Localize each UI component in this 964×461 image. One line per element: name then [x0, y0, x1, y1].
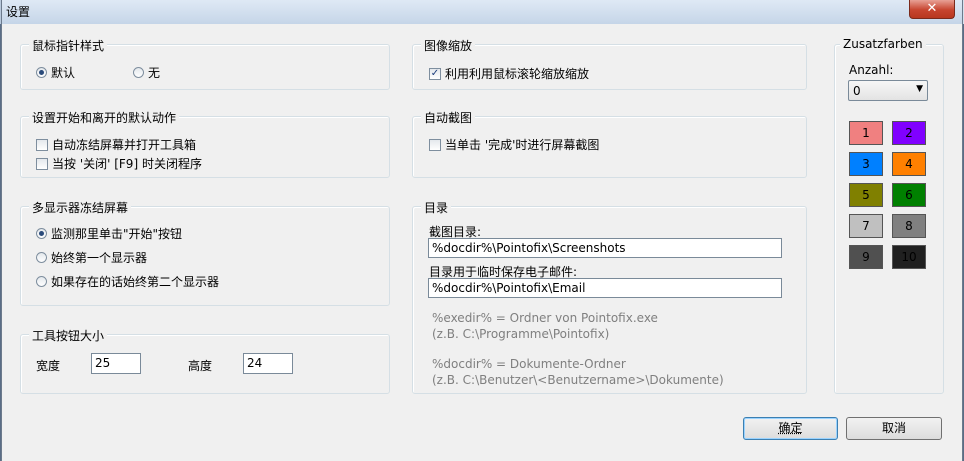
dialog-body: 鼠标指针样式 默认 无 图像缩放 ✓ 利用利用鼠标滚轮缩放缩放 设置开始和离开的… — [2, 24, 962, 461]
screenshots-dir-input[interactable]: %docdir%\Pointofix\Screenshots — [428, 238, 782, 258]
multi-monitor-group: 多显示器冻结屏幕 监测那里单击"开始"按钮 始终第一个显示器 如果存在的话始终第… — [20, 199, 390, 306]
color-swatch-7[interactable]: 7 — [849, 214, 883, 238]
email-dir-input[interactable]: %docdir%\Pointofix\Email — [428, 278, 782, 298]
color-swatch-2[interactable]: 2 — [892, 121, 926, 145]
ok-button-label: 确定 — [778, 421, 803, 435]
color-swatch-3[interactable]: 3 — [849, 152, 883, 176]
radio-icon — [36, 252, 47, 263]
monitor-first-radio[interactable]: 始终第一个显示器 — [36, 249, 147, 266]
docdir-example: (z.B. C:\Benutzer\<Benutzername>\Dokumen… — [432, 373, 724, 387]
window-title: 设置 — [6, 5, 31, 19]
pointer-default-label: 默认 — [51, 66, 76, 80]
radio-selected-icon — [36, 67, 47, 78]
color-swatch-5[interactable]: 5 — [849, 183, 883, 207]
tool-height-input[interactable]: 24 — [243, 353, 293, 374]
close-button[interactable]: ✕ — [909, 0, 955, 19]
close-icon: ✕ — [926, 1, 938, 16]
tool-button-size-title: 工具按钮大小 — [29, 327, 108, 344]
cancel-button-label: 取消 — [881, 421, 906, 435]
color-swatch-1[interactable]: 1 — [849, 121, 883, 145]
title-bar: 设置 ✕ — [2, 0, 962, 24]
color-swatch-10[interactable]: 10 — [892, 245, 926, 269]
checkbox-icon — [429, 138, 441, 151]
monitor-click-start-radio[interactable]: 监测那里单击"开始"按钮 — [36, 225, 182, 242]
monitor-second-label: 如果存在的话始终第二个显示器 — [51, 275, 220, 289]
tool-width-input[interactable]: 25 — [91, 353, 141, 374]
color-swatch-8[interactable]: 8 — [892, 214, 926, 238]
color-swatch-9[interactable]: 9 — [849, 245, 883, 269]
exedir-example: (z.B. C:\Programme\Pointofix) — [432, 327, 610, 341]
pointer-default-radio[interactable]: 默认 — [36, 64, 75, 81]
monitor-first-label: 始终第一个显示器 — [51, 251, 148, 265]
image-zoom-title: 图像缩放 — [421, 37, 476, 54]
color-count-select[interactable]: 0 ▼ — [848, 80, 928, 101]
chevron-down-icon: ▼ — [916, 84, 923, 94]
checkbox-icon — [36, 157, 48, 170]
settings-dialog: 设置 ✕ 鼠标指针样式 默认 无 图像缩放 ✓ 利用利用鼠标滚轮缩放缩放 设置开… — [1, 0, 963, 461]
auto-screenshot-title: 自动截图 — [421, 109, 476, 126]
directory-group: 目录 截图目录: %docdir%\Pointofix\Screenshots … — [412, 199, 807, 394]
pointer-none-label: 无 — [148, 66, 161, 80]
pointer-style-title: 鼠标指针样式 — [29, 37, 108, 54]
exedir-hint: %exedir% = Ordner von Pointofix.exe — [432, 311, 658, 325]
monitor-click-start-label: 监测那里单击"开始"按钮 — [51, 227, 183, 241]
color-count-label: Anzahl: — [849, 63, 894, 77]
radio-selected-icon — [36, 228, 47, 239]
auto-screenshot-group: 自动截图 当单击 '完成'时进行屏幕截图 — [412, 109, 807, 178]
freeze-screen-checkbox[interactable]: 自动冻结屏幕并打开工具箱 — [36, 136, 196, 153]
cancel-button[interactable]: 取消 — [846, 417, 942, 440]
close-on-f9-label: 当按 '关闭' [F9] 时关闭程序 — [52, 157, 202, 171]
tool-button-size-group: 工具按钮大小 宽度 25 高度 24 — [20, 327, 390, 394]
pointer-none-radio[interactable]: 无 — [133, 64, 160, 81]
docdir-hint: %docdir% = Dokumente-Ordner — [432, 357, 626, 371]
tool-height-label: 高度 — [188, 359, 213, 373]
ok-button[interactable]: 确定 — [743, 417, 838, 440]
directory-title: 目录 — [421, 199, 452, 216]
radio-icon — [36, 276, 47, 287]
pointer-style-group: 鼠标指针样式 默认 无 — [20, 37, 390, 90]
auto-screenshot-checkbox[interactable]: 当单击 '完成'时进行屏幕截图 — [429, 136, 599, 153]
extra-colors-title: Zusatzfarben — [840, 37, 926, 51]
image-zoom-group: 图像缩放 ✓ 利用利用鼠标滚轮缩放缩放 — [412, 37, 807, 90]
close-on-f9-checkbox[interactable]: 当按 '关闭' [F9] 时关闭程序 — [36, 155, 202, 172]
checkmark-icon: ✓ — [429, 67, 441, 80]
tool-width-label: 宽度 — [36, 359, 61, 373]
extra-colors-group: Zusatzfarben Anzahl: 0 ▼ 1 2 3 4 5 6 7 8 9 10 — [834, 37, 944, 394]
zoom-wheel-checkbox[interactable]: ✓ 利用利用鼠标滚轮缩放缩放 — [429, 65, 589, 82]
auto-screenshot-label: 当单击 '完成'时进行屏幕截图 — [445, 138, 600, 152]
freeze-screen-label: 自动冻结屏幕并打开工具箱 — [52, 138, 197, 152]
start-stop-group: 设置开始和离开的默认动作 自动冻结屏幕并打开工具箱 当按 '关闭' [F9] 时… — [20, 109, 390, 178]
monitor-second-radio[interactable]: 如果存在的话始终第二个显示器 — [36, 273, 219, 290]
zoom-wheel-label: 利用利用鼠标滚轮缩放缩放 — [445, 67, 590, 81]
color-count-value: 0 — [853, 84, 861, 98]
color-swatch-6[interactable]: 6 — [892, 183, 926, 207]
start-stop-title: 设置开始和离开的默认动作 — [29, 109, 180, 126]
color-swatch-4[interactable]: 4 — [892, 152, 926, 176]
checkbox-icon — [36, 138, 48, 151]
radio-icon — [133, 67, 144, 78]
multi-monitor-title: 多显示器冻结屏幕 — [29, 199, 132, 216]
